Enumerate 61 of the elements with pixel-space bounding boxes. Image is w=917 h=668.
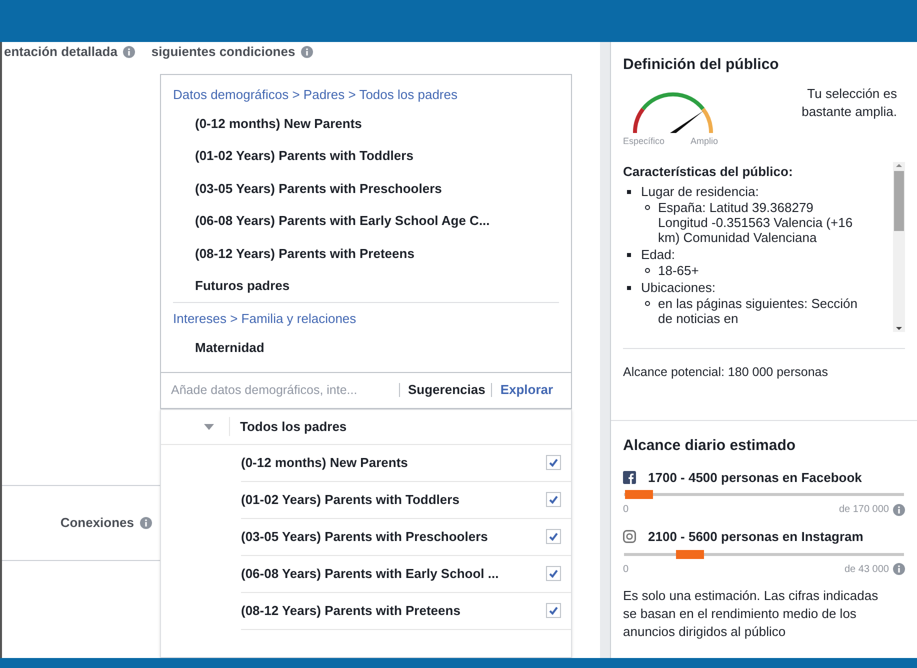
selected-item[interactable]: (08-12 Years) Parents with Preteens (173, 237, 559, 270)
panel-title: Definición del público (623, 55, 780, 75)
selected-item[interactable]: (01-02 Years) Parents with Toddlers (173, 140, 559, 172)
caret-icon[interactable] (204, 424, 214, 430)
conditions-label: siguientes condiciones (151, 44, 296, 60)
search-field[interactable]: Añade datos demográficos, inte... (171, 380, 393, 400)
scrollbar[interactable] (893, 162, 905, 332)
trait-value: en las páginas siguientes: Sección de noticias en (658, 296, 858, 326)
checkbox[interactable] (546, 455, 561, 470)
scale-min: 0 (623, 503, 629, 517)
scale-min: 0 (623, 562, 629, 576)
category-header[interactable]: Todos los padres (229, 416, 347, 436)
scale-max: de 43 000 (844, 562, 889, 576)
trait-label: Ubicaciones: (641, 280, 716, 294)
estimate-note: Es solo una estimación. Las cifras indicadas se basan en el rendimiento medio de los anuncios dirigidos al público (623, 586, 880, 640)
section-label: entación detallada (4, 44, 118, 60)
bullet-icon (645, 268, 650, 272)
category-path: Intereses > Familia y relaciones (173, 310, 358, 328)
gauge-label: Específico (623, 134, 665, 148)
bullet-icon (645, 300, 650, 306)
panel-title: Alcance diario estimado (623, 436, 797, 456)
checkbox[interactable] (546, 529, 561, 544)
category-path: Datos demográficos > Padres > Todos los padres (173, 86, 458, 104)
checkbox[interactable] (546, 603, 561, 618)
bullet-icon (627, 252, 631, 256)
bullet-icon (627, 190, 631, 194)
reach-estimate: 2100 - 5600 personas en Instagram (648, 528, 864, 546)
checkbox[interactable] (546, 492, 561, 507)
selected-item[interactable]: Futuros padres (173, 270, 559, 302)
connections-label: Conexiones (60, 514, 134, 532)
selected-item[interactable]: (03-05 Years) Parents with Preschoolers (173, 172, 559, 204)
info-icon[interactable] (893, 563, 905, 575)
trait-value: 18-65+ (658, 262, 700, 278)
bullet-icon (645, 204, 650, 210)
info-icon[interactable] (301, 46, 314, 58)
trait-value: España: Latitud 39.368279 Longitud -0.351563 Valencia (+16 km) Comunidad Valenciana (658, 200, 854, 244)
tab[interactable]: Sugerencias (399, 383, 486, 397)
info-icon[interactable] (123, 46, 136, 58)
info-icon[interactable] (140, 517, 152, 529)
selected-item[interactable]: (06-08 Years) Parents with Early School Age C... (173, 204, 559, 237)
traits-title: Características del público: (623, 163, 794, 181)
potential-reach: Alcance potencial: 180 000 personas (623, 364, 830, 381)
trait-label: Edad: (641, 246, 675, 262)
selected-item[interactable]: (0-12 months) New Parents (173, 107, 559, 140)
scale-max: de 170 000 (838, 503, 889, 517)
facebook-icon (623, 470, 636, 484)
gauge-label: Amplio (690, 134, 718, 148)
info-icon[interactable] (893, 504, 905, 516)
audience-verdict: Tu selección es bastante amplia. (800, 84, 897, 121)
category-option[interactable]: (03-05 Years) Parents with Preschoolers (241, 526, 488, 546)
trait-label: Lugar de residencia: (641, 184, 759, 198)
category-option[interactable]: (08-12 Years) Parents with Preteens (241, 600, 460, 620)
checkbox[interactable] (546, 566, 561, 581)
bullet-icon (627, 286, 631, 290)
category-option[interactable]: (0-12 months) New Parents (241, 452, 408, 472)
selected-item[interactable]: Maternidad (173, 331, 559, 364)
instagram-icon (623, 530, 636, 544)
category-option[interactable]: (06-08 Years) Parents with Early School ... (241, 564, 499, 584)
tab[interactable]: Explorar (491, 383, 554, 397)
reach-estimate: 1700 - 4500 personas en Facebook (648, 468, 862, 487)
category-option[interactable]: (01-02 Years) Parents with Toddlers (241, 490, 460, 510)
